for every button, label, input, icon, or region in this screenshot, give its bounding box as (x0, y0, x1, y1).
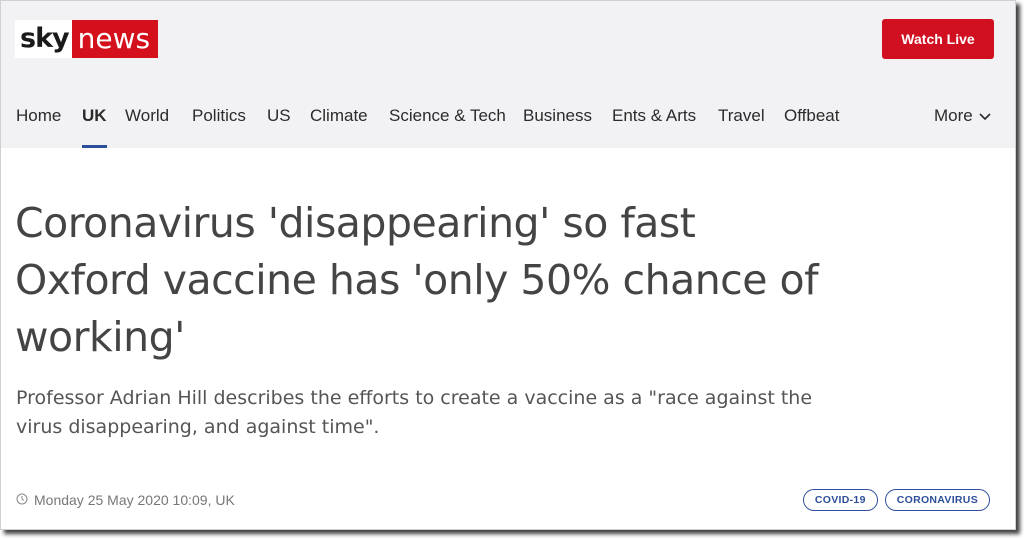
article-tags: COVID-19 CORONAVIRUS (802, 489, 990, 511)
logo-sky-text: sky (15, 20, 72, 58)
nav-item-home[interactable]: Home (16, 101, 61, 148)
nav-item-business[interactable]: Business (523, 101, 592, 148)
article-timestamp: Monday 25 May 2020 10:09, UK (34, 492, 235, 508)
nav-item-uk[interactable]: UK (82, 101, 107, 148)
nav-item-offbeat[interactable]: Offbeat (784, 101, 839, 148)
watch-live-button[interactable]: Watch Live (882, 19, 994, 59)
article-meta: Monday 25 May 2020 10:09, UK (16, 491, 235, 509)
nav-item-politics[interactable]: Politics (192, 101, 246, 148)
nav-item-travel[interactable]: Travel (718, 101, 765, 148)
article-standfirst: Professor Adrian Hill describes the effo… (16, 387, 813, 438)
chevron-down-icon (979, 101, 991, 131)
nav-item-world[interactable]: World (125, 101, 169, 148)
clock-icon (16, 492, 28, 508)
nav-item-science-tech[interactable]: Science & Tech (389, 101, 506, 148)
main-nav: Home UK World Politics US Climate Scienc… (1, 101, 1015, 148)
more-menu-button[interactable]: More (934, 101, 991, 131)
sky-news-logo[interactable]: sky news (15, 20, 159, 58)
tag-coronavirus[interactable]: CORONAVIRUS (884, 489, 990, 511)
nav-item-climate[interactable]: Climate (310, 101, 368, 148)
more-label: More (934, 106, 973, 125)
article-headline: Coronavirus 'disappearing' so fast Oxfor… (15, 199, 819, 361)
nav-item-ents-arts[interactable]: Ents & Arts (612, 101, 696, 148)
tag-covid-19[interactable]: COVID-19 (802, 489, 878, 511)
logo-news-text: news (71, 20, 159, 58)
page-frame: sky news Watch Live Home UK World Politi… (0, 0, 1016, 530)
nav-item-us[interactable]: US (267, 101, 291, 148)
site-header: sky news Watch Live Home UK World Politi… (1, 1, 1015, 148)
